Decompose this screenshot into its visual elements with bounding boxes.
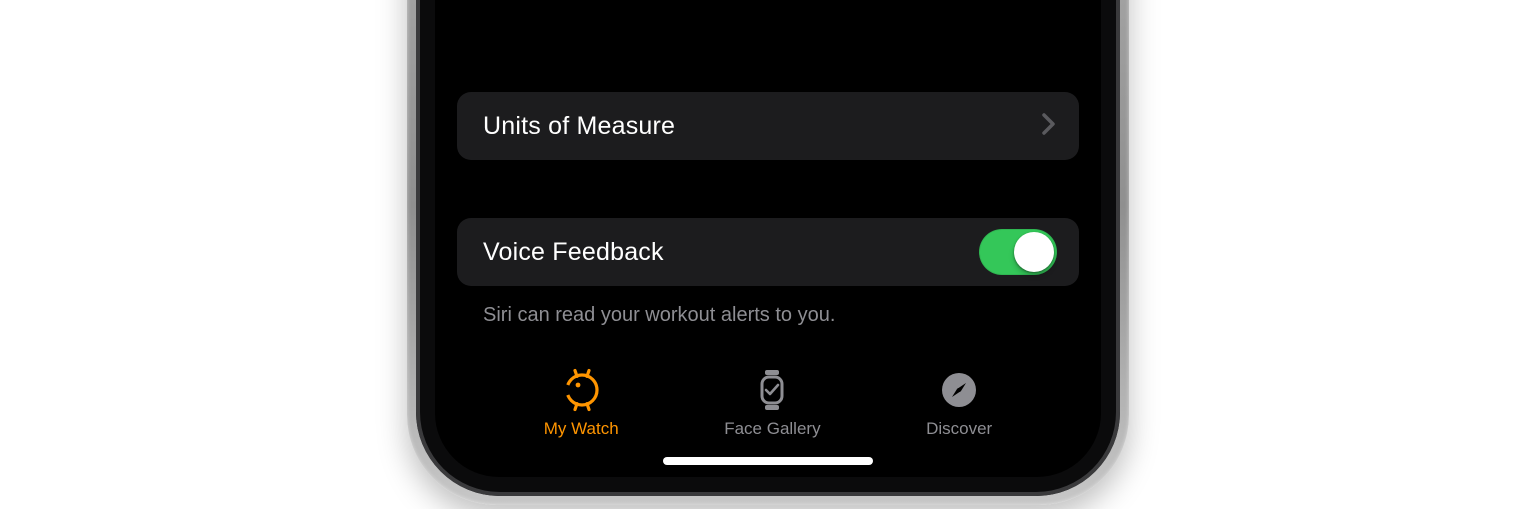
voice-feedback-row: Voice Feedback xyxy=(457,218,1079,286)
compass-icon xyxy=(936,367,982,413)
tab-discover[interactable]: Discover xyxy=(926,367,992,439)
chevron-right-icon xyxy=(1041,112,1057,141)
phone-screen: Units of Measure Voice Feedback Siri can… xyxy=(435,0,1101,477)
units-of-measure-label: Units of Measure xyxy=(483,112,675,141)
tab-bar: My Watch Face Gallery xyxy=(457,361,1079,441)
voice-feedback-toggle[interactable] xyxy=(979,229,1057,275)
section-spacer xyxy=(457,160,1079,218)
phone-mockup: Units of Measure Voice Feedback Siri can… xyxy=(413,0,1123,499)
settings-content: Units of Measure Voice Feedback Siri can… xyxy=(435,0,1101,477)
tab-label-discover: Discover xyxy=(926,419,992,439)
tab-face-gallery[interactable]: Face Gallery xyxy=(724,367,820,439)
home-indicator[interactable] xyxy=(663,457,873,465)
tab-label-my-watch: My Watch xyxy=(544,419,619,439)
watch-icon xyxy=(558,367,604,413)
toggle-knob xyxy=(1014,232,1054,272)
tab-my-watch[interactable]: My Watch xyxy=(544,367,619,439)
units-of-measure-row[interactable]: Units of Measure xyxy=(457,92,1079,160)
voice-feedback-label: Voice Feedback xyxy=(483,238,664,267)
voice-feedback-description: Siri can read your workout alerts to you… xyxy=(457,286,1079,361)
watch-face-icon xyxy=(749,367,795,413)
tab-label-face-gallery: Face Gallery xyxy=(724,419,820,439)
